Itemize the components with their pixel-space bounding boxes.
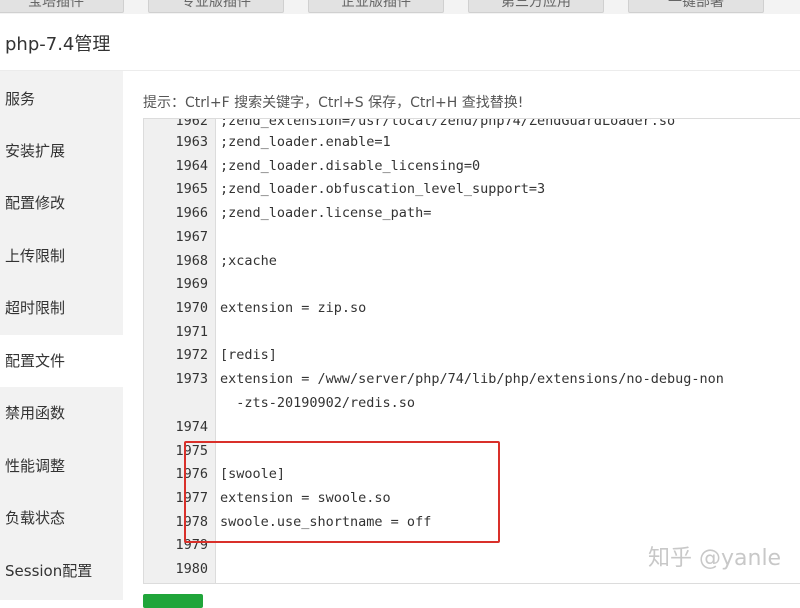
sidebar-item-performance[interactable]: 性能调整 bbox=[0, 440, 123, 492]
code-line[interactable]: ;zend_loader.enable=1 bbox=[220, 134, 391, 150]
line-number: 1969 bbox=[175, 276, 208, 292]
code-line[interactable]: -zts-20190902/redis.so bbox=[220, 395, 415, 411]
top-tab[interactable]: 专业版插件 bbox=[148, 0, 284, 13]
top-tab-strip: 宝塔插件 专业版插件 企业版插件 第三方应用 一键部署 bbox=[0, 0, 800, 14]
sidebar-item-config-modify[interactable]: 配置修改 bbox=[0, 177, 123, 229]
top-tab[interactable]: 宝塔插件 bbox=[0, 0, 124, 13]
line-number: 1974 bbox=[175, 419, 208, 435]
line-number: 1980 bbox=[175, 561, 208, 577]
code-line[interactable]: extension = zip.so bbox=[220, 300, 366, 316]
code-line[interactable]: extension = /www/server/php/74/lib/php/e… bbox=[220, 371, 724, 387]
line-number: 1963 bbox=[175, 134, 208, 150]
sidebar-item-upload-limit[interactable]: 上传限制 bbox=[0, 230, 123, 282]
line-number: 1967 bbox=[175, 229, 208, 245]
code-line[interactable]: ;zend_extension=/usr/local/zend/php74/Ze… bbox=[220, 119, 675, 129]
code-line[interactable]: ;zend_loader.license_path= bbox=[220, 205, 431, 221]
line-number: 1966 bbox=[175, 205, 208, 221]
editor-hint: 提示：Ctrl+F 搜索关键字，Ctrl+S 保存，Ctrl+H 查找替换! bbox=[143, 95, 524, 111]
watermark: 知乎 @yanle bbox=[648, 546, 782, 571]
top-tab[interactable]: 第三方应用 bbox=[468, 0, 604, 13]
highlight-annotation-box bbox=[184, 441, 500, 543]
top-tab[interactable]: 企业版插件 bbox=[308, 0, 444, 13]
line-number: 1971 bbox=[175, 324, 208, 340]
line-number: 1973 bbox=[175, 371, 208, 387]
code-line[interactable]: [redis] bbox=[220, 347, 277, 363]
window-title: php-7.4管理 bbox=[5, 34, 111, 55]
code-line[interactable]: ;xcache bbox=[220, 253, 277, 269]
line-number: 1962 bbox=[175, 118, 208, 129]
save-button[interactable] bbox=[143, 594, 203, 608]
sidebar-item-timeout-limit[interactable]: 超时限制 bbox=[0, 282, 123, 334]
code-line[interactable]: ;zend_loader.obfuscation_level_support=3 bbox=[220, 181, 545, 197]
line-number: 1964 bbox=[175, 158, 208, 174]
top-tab[interactable]: 一键部署 bbox=[628, 0, 764, 13]
sidebar-item-config-file[interactable]: 配置文件 bbox=[0, 335, 123, 387]
line-number: 1970 bbox=[175, 300, 208, 316]
line-number: 1968 bbox=[175, 253, 208, 269]
code-line[interactable]: ;zend_loader.disable_licensing=0 bbox=[220, 158, 480, 174]
sidebar-item-load-status[interactable]: 负载状态 bbox=[0, 492, 123, 544]
sidebar-item-disabled-functions[interactable]: 禁用函数 bbox=[0, 387, 123, 439]
sidebar-item-session-config[interactable]: Session配置 bbox=[0, 545, 123, 597]
line-number: 1965 bbox=[175, 181, 208, 197]
sidebar-item-service[interactable]: 服务 bbox=[0, 73, 123, 125]
sidebar: 服务 安装扩展 配置修改 上传限制 超时限制 配置文件 禁用函数 性能调整 负载… bbox=[0, 71, 123, 600]
line-number: 1972 bbox=[175, 347, 208, 363]
sidebar-item-install-extension[interactable]: 安装扩展 bbox=[0, 125, 123, 177]
